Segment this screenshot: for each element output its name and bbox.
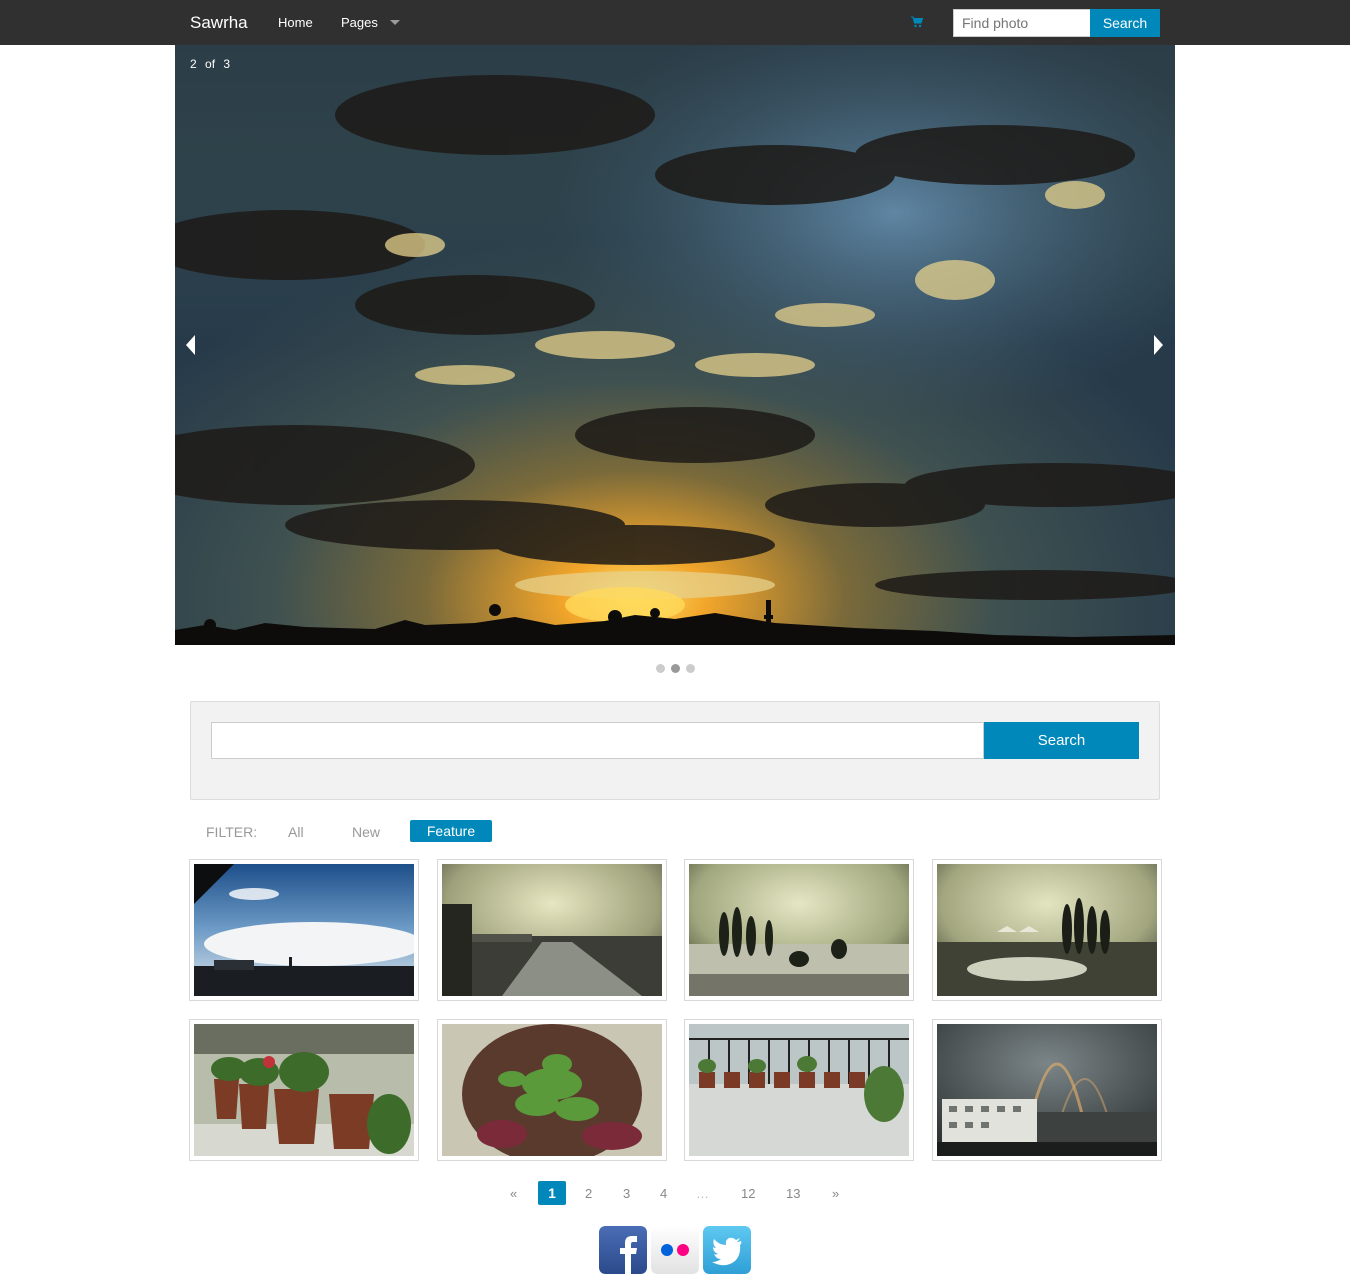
pagination-page-12[interactable]: 12: [741, 1186, 755, 1201]
chevron-down-icon[interactable]: [390, 20, 400, 25]
photo-thumbnail[interactable]: [437, 1019, 667, 1161]
main-search-input[interactable]: [211, 722, 984, 759]
twitter-icon[interactable]: [703, 1226, 751, 1274]
photo-thumbnail[interactable]: [189, 859, 419, 1001]
photo-thumbnail[interactable]: [684, 859, 914, 1001]
hero-image: [175, 45, 1175, 645]
carousel-prev-icon[interactable]: [186, 335, 195, 355]
carousel-next-icon[interactable]: [1154, 335, 1163, 355]
main-search-button[interactable]: Search: [984, 722, 1139, 759]
slide-current: 2: [190, 57, 197, 71]
cart-icon[interactable]: [911, 16, 923, 28]
photo-potted-plants: [194, 1024, 414, 1156]
photo-succulent-closeup: [442, 1024, 662, 1156]
carousel-dot-1[interactable]: [656, 664, 665, 673]
photo-snowy-courtyard: [937, 864, 1157, 996]
nav-search-input[interactable]: [953, 9, 1091, 37]
pagination-page-2[interactable]: 2: [585, 1186, 592, 1201]
slide-total: 3: [223, 57, 231, 71]
carousel-dot-2[interactable]: [671, 664, 680, 673]
filter-new[interactable]: New: [352, 824, 380, 840]
nav-pages-dropdown[interactable]: Pages: [341, 15, 378, 30]
slide-counter: 2 of 3: [190, 57, 230, 71]
photo-thumbnail[interactable]: [684, 1019, 914, 1161]
brand-logo[interactable]: Sawrha: [190, 13, 248, 33]
photo-thumbnail[interactable]: [932, 1019, 1162, 1161]
pagination-page-4[interactable]: 4: [660, 1186, 667, 1201]
pagination-next[interactable]: »: [832, 1186, 839, 1201]
photo-wet-rooftop: [442, 864, 662, 996]
carousel-dot-3[interactable]: [686, 664, 695, 673]
pagination-page-13[interactable]: 13: [786, 1186, 800, 1201]
photo-balcony-pots: [689, 1024, 909, 1156]
pagination-page-1[interactable]: 1: [538, 1181, 566, 1205]
pagination-prev[interactable]: «: [510, 1186, 517, 1201]
pagination-page-3[interactable]: 3: [623, 1186, 630, 1201]
facebook-icon[interactable]: [599, 1226, 647, 1274]
photo-thumbnail[interactable]: [189, 1019, 419, 1161]
filter-label: FILTER:: [206, 824, 258, 840]
nav-search-button[interactable]: Search: [1090, 9, 1160, 37]
filter-feature[interactable]: Feature: [410, 820, 492, 842]
hero-carousel: [175, 45, 1175, 645]
photo-thumbnail[interactable]: [437, 859, 667, 1001]
slide-of-label: of: [205, 57, 216, 71]
photo-rainbow-buildings: [937, 1024, 1157, 1156]
flickr-icon[interactable]: [651, 1226, 699, 1274]
photo-sky-clouds: [194, 864, 414, 996]
photo-thumbnail[interactable]: [932, 859, 1162, 1001]
filter-all[interactable]: All: [288, 824, 304, 840]
photo-snowy-garden: [689, 864, 909, 996]
nav-home-link[interactable]: Home: [278, 15, 313, 30]
pagination-ellipsis: …: [696, 1186, 709, 1201]
